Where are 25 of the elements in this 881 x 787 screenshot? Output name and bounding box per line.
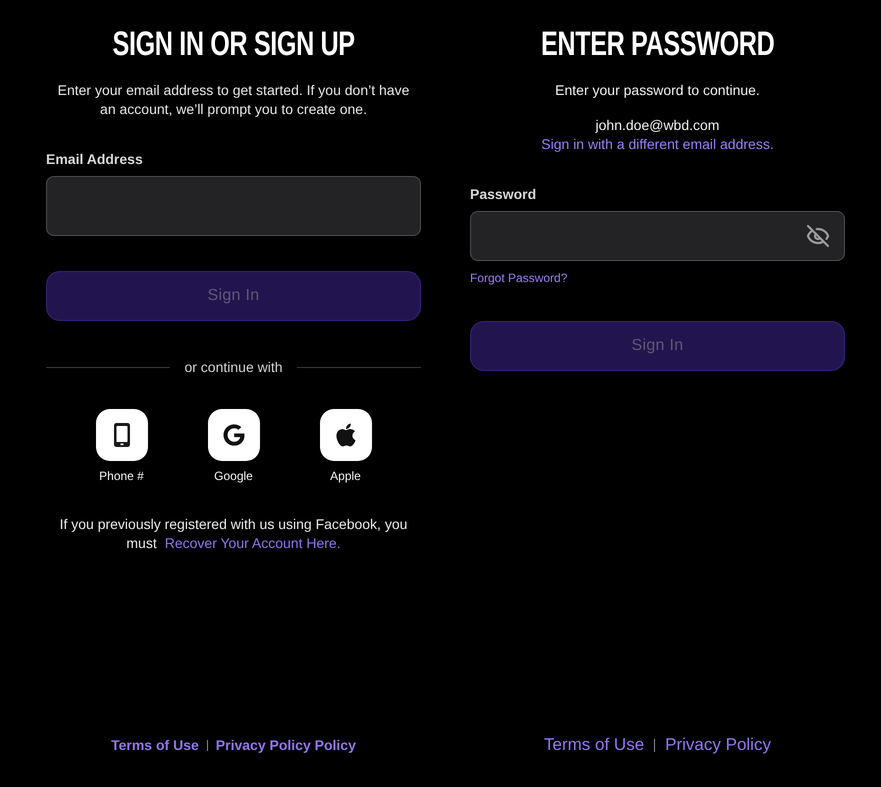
description-text: Enter your password to continue. xyxy=(554,81,761,100)
phone-icon xyxy=(96,409,148,461)
password-input-field[interactable] xyxy=(470,211,845,261)
footer-link[interactable]: Privacy Policy Policy xyxy=(216,735,356,755)
page-title: ENTER PASSWORD xyxy=(540,24,774,64)
footer-link[interactable]: Terms of Use xyxy=(544,735,644,755)
phone-sign-in-button[interactable]: Phone # xyxy=(88,409,156,484)
google-sign-in-button[interactable]: Google xyxy=(200,409,268,484)
field-label: Password xyxy=(470,185,536,203)
divider-text: or continue with xyxy=(184,358,283,376)
apple-icon xyxy=(320,409,372,461)
description-text: Enter your email address to get started. If you don’t have an account, we’ll prompt you to create one. xyxy=(56,81,410,119)
google-icon xyxy=(208,409,260,461)
forgot-password-link[interactable]: Forgot Password? xyxy=(470,269,568,288)
facebook-notice-text: If you previously registered with us using Facebook, you must Recover Your Account Here. xyxy=(58,515,408,553)
recover-account-link[interactable]: Recover Your Account Here. xyxy=(164,535,341,551)
apple-sign-in-button[interactable]: Apple xyxy=(312,409,380,484)
email-text: john.doe@wbd.com xyxy=(594,116,720,135)
footer-link[interactable]: Privacy Policy xyxy=(665,735,771,755)
eye-slash-icon[interactable] xyxy=(806,224,830,248)
page-title: SIGN IN OR SIGN UP xyxy=(112,24,355,64)
different-email-link[interactable]: Sign in with a different email address. xyxy=(541,135,774,154)
footer-link[interactable]: Terms of Use xyxy=(111,735,199,755)
email-input-field[interactable] xyxy=(46,176,421,236)
field-label: Email Address xyxy=(46,150,143,168)
